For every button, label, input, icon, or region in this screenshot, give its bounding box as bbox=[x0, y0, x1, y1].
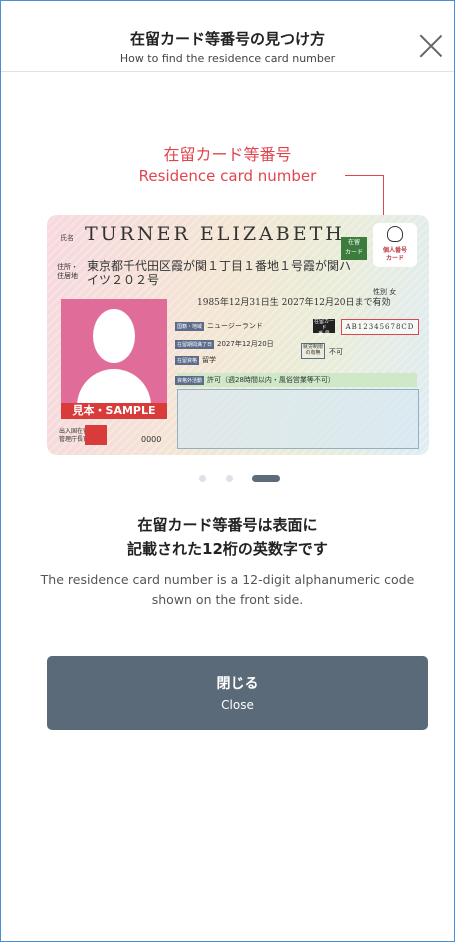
close-button-label-ja: 閉じる bbox=[216, 676, 259, 692]
description-ja-line1: 在留カード等番号は表面に bbox=[137, 516, 318, 534]
modal-header: 在留カード等番号の見つけ方 How to find the residence … bbox=[1, 1, 454, 72]
callout-label-en: Residence card number bbox=[138, 167, 317, 185]
card-period-row: 在留期間満了日 2027年12月20日 bbox=[175, 339, 274, 349]
residence-card-sample-image: 氏名 TURNER ELIZABETH 在留 カード 個人番号 カード 住所・ … bbox=[47, 215, 429, 455]
card-number-tag: 在留カード 番 号 bbox=[313, 319, 335, 337]
card-name: TURNER ELIZABETH bbox=[85, 223, 345, 245]
card-name-label: 氏名 bbox=[60, 234, 74, 242]
close-icon[interactable] bbox=[418, 33, 444, 59]
card-nationality-row: 国籍・地域 ニュージーランド bbox=[175, 321, 263, 331]
modal-window: 在留カード等番号の見つけ方 How to find the residence … bbox=[0, 0, 455, 942]
modal-title: 在留カード等番号の見つけ方 bbox=[129, 30, 325, 48]
period-value: 2027年12月20日 bbox=[217, 340, 274, 348]
carousel-dot-2[interactable] bbox=[226, 475, 233, 482]
card-blank-area bbox=[177, 389, 419, 449]
sample-label: 見本・SAMPLE bbox=[61, 403, 167, 419]
close-button[interactable]: 閉じる Close bbox=[47, 656, 428, 730]
carousel-indicator bbox=[1, 472, 454, 484]
card-type-badge: 在留 カード bbox=[341, 237, 367, 260]
description-ja-line2: 記載された12桁の英数字です bbox=[127, 540, 328, 558]
card-status-row: 在留資格 留学 bbox=[175, 355, 216, 365]
official-seal-icon bbox=[85, 425, 107, 445]
close-button-label-en: Close bbox=[221, 698, 254, 712]
mynumber-label: 個人番号 カード bbox=[382, 247, 407, 262]
card-serial: 0000 bbox=[141, 435, 162, 444]
card-address-line2: イツ２０２号 bbox=[87, 273, 160, 287]
work-permission-value: 不可 bbox=[329, 348, 343, 356]
person-silhouette-icon bbox=[93, 309, 135, 363]
work-permission-tag: 就労制限 の有無 bbox=[301, 343, 325, 359]
card-photo-placeholder bbox=[61, 299, 167, 419]
mynumber-card-icon: 個人番号 カード bbox=[373, 223, 417, 267]
description-en: The residence card number is a 12-digit … bbox=[40, 572, 415, 607]
status-value: 留学 bbox=[202, 356, 217, 364]
activity-value: 許可（週28時間以内・風俗営業等不可） bbox=[207, 376, 335, 384]
rabbit-icon bbox=[387, 226, 403, 242]
status-tag: 在留資格 bbox=[175, 356, 200, 365]
card-address: 東京都千代田区霞が関１丁目１番地１号霞が関ハ イツ２０２号 bbox=[87, 259, 351, 287]
card-activity-row: 資格外活動 許可（週28時間以内・風俗営業等不可） bbox=[175, 375, 335, 385]
description-ja: 在留カード等番号は表面に 記載された12桁の英数字です bbox=[1, 513, 454, 561]
card-number-highlight: AB12345678CD bbox=[341, 319, 419, 335]
card-dates: 1985年12月31日生 2027年12月20日まで有効 bbox=[197, 298, 391, 308]
nationality-value: ニュージーランド bbox=[207, 322, 263, 330]
carousel-dot-1[interactable] bbox=[199, 475, 206, 482]
period-tag: 在留期間満了日 bbox=[175, 340, 215, 349]
callout-label-ja: 在留カード等番号 bbox=[163, 145, 292, 164]
activity-tag: 資格外活動 bbox=[175, 376, 205, 385]
card-address-line1: 東京都千代田区霞が関１丁目１番地１号霞が関ハ bbox=[87, 259, 352, 273]
nationality-tag: 国籍・地域 bbox=[175, 322, 205, 331]
modal-subtitle: How to find the residence card number bbox=[119, 52, 336, 65]
carousel-dot-3-active[interactable] bbox=[252, 475, 280, 482]
card-address-label: 住所・ 住居地 bbox=[57, 263, 78, 280]
